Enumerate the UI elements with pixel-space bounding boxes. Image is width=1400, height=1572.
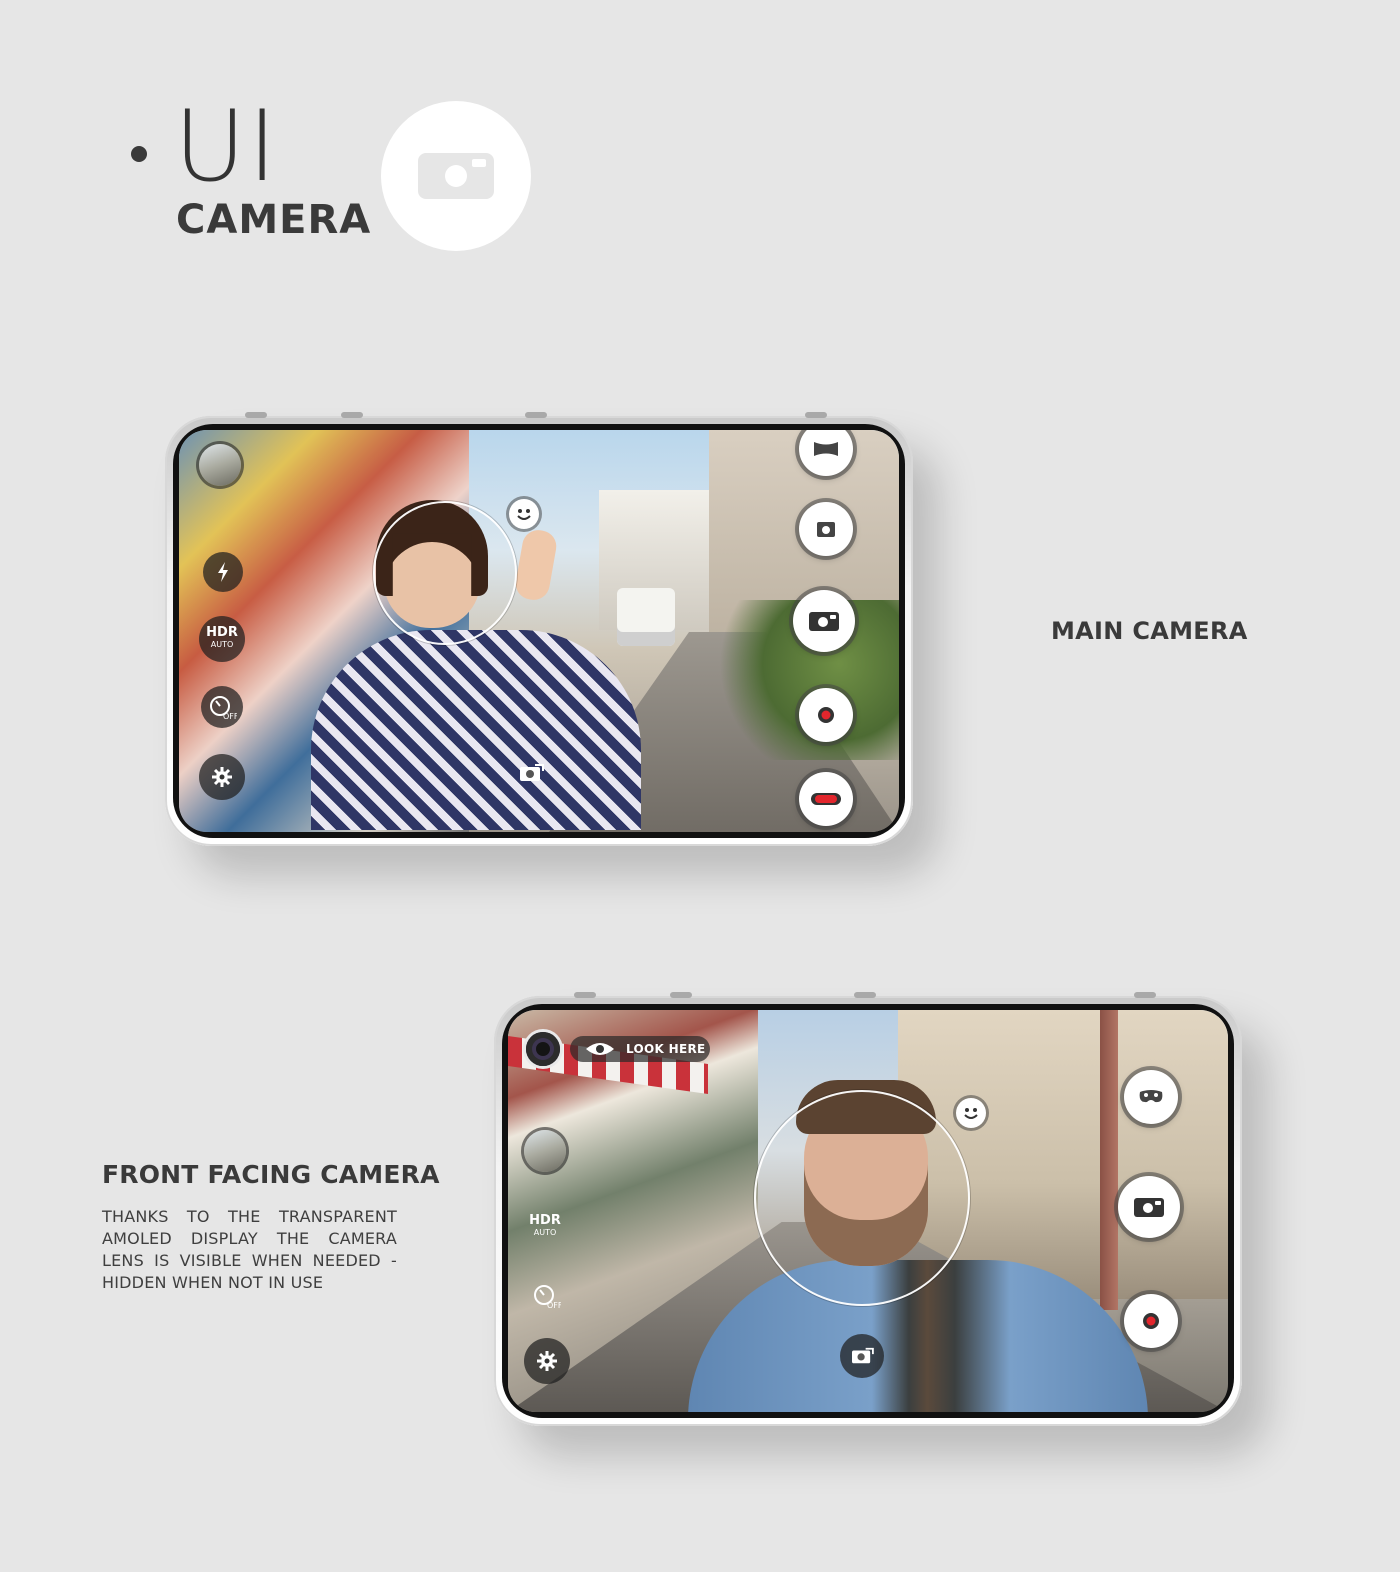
flash-icon[interactable]: [203, 552, 243, 592]
shutter-camera-icon[interactable]: [793, 590, 855, 652]
face-focus-ring: [373, 501, 517, 645]
look-here-pill: LOOK HERE: [570, 1036, 710, 1062]
gallery-thumbnail[interactable]: [524, 1130, 566, 1172]
look-here-label: LOOK HERE: [626, 1042, 706, 1056]
smiley-icon[interactable]: [956, 1098, 986, 1128]
main-camera-viewfinder[interactable]: HDR AUTO OFF: [179, 430, 899, 832]
hdr-label: HDR: [206, 625, 238, 640]
front-camera-description: THANKS TO THE TRANSPARENT AMOLED DISPLAY…: [102, 1207, 397, 1292]
main-camera-label: MAIN CAMERA: [1051, 617, 1248, 645]
shutter-camera-icon[interactable]: [1118, 1176, 1180, 1238]
front-camera-label: FRONT FACING CAMERA: [102, 1160, 440, 1189]
page-title: UI: [174, 90, 279, 204]
title-bullet: [131, 146, 147, 162]
hdr-label: HDR: [529, 1213, 561, 1228]
switch-camera-icon[interactable]: [840, 1334, 884, 1378]
timer-off-label: OFF: [223, 712, 237, 721]
eye-icon: [586, 1043, 614, 1055]
timer-off-icon[interactable]: OFF: [201, 686, 243, 728]
face-focus-ring: [754, 1090, 970, 1306]
camera-icon: [418, 153, 494, 199]
record-toggle-icon[interactable]: [799, 772, 853, 826]
hdr-auto-button[interactable]: HDR AUTO: [522, 1204, 568, 1250]
gallery-thumbnail[interactable]: [199, 444, 241, 486]
settings-icon[interactable]: [524, 1338, 570, 1384]
front-camera-lens: [526, 1032, 560, 1066]
hdr-sub-label: AUTO: [533, 1228, 557, 1237]
page-subtitle: CAMERA: [176, 197, 372, 243]
timer-off-label: OFF: [547, 1301, 561, 1310]
mask-effect-icon[interactable]: [1124, 1070, 1178, 1124]
front-camera-phone: LOOK HERE HDR AUTO OFF: [494, 992, 1242, 1426]
photo-mode-icon[interactable]: [799, 502, 853, 556]
switch-camera-icon[interactable]: [517, 762, 545, 784]
front-camera-viewfinder[interactable]: LOOK HERE HDR AUTO OFF: [508, 1010, 1228, 1412]
hdr-sub-label: AUTO: [210, 640, 234, 649]
smiley-icon[interactable]: [509, 499, 539, 529]
video-record-icon[interactable]: [799, 688, 853, 742]
settings-icon[interactable]: [199, 754, 245, 800]
hdr-auto-button[interactable]: HDR AUTO: [199, 616, 245, 662]
video-record-icon[interactable]: [1124, 1294, 1178, 1348]
timer-off-icon[interactable]: OFF: [526, 1276, 566, 1316]
camera-badge: [381, 101, 531, 251]
main-camera-phone: HDR AUTO OFF: [165, 412, 913, 846]
